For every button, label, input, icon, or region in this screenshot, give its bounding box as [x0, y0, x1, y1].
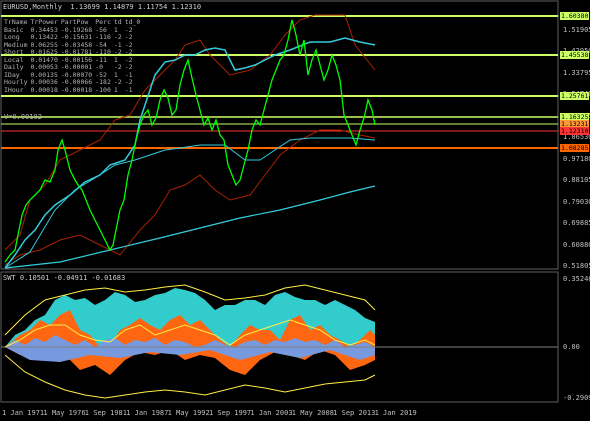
- time-tick: 1 Jan 1987: [126, 409, 169, 417]
- long-trend-line: [4, 185, 376, 269]
- indicator-tick: -0.29098: [563, 394, 590, 402]
- price-tick: 1.51905: [563, 26, 590, 34]
- chart-window[interactable]: EURUSD,Monthly 1.13699 1.14879 1.11754 1…: [0, 0, 590, 421]
- info-cell: -0.00018: [60, 85, 93, 94]
- time-tick: 1 Sep 1981: [84, 409, 127, 417]
- info-cell: -100: [95, 85, 111, 94]
- info-row: IHour 0.00018 -0.00018 -100 1 -1: [4, 85, 143, 95]
- time-tick: 1 May 2008: [291, 409, 334, 417]
- info-cell: -1: [124, 85, 133, 94]
- price-tick: 0.79030: [563, 197, 590, 206]
- indicator-tick: 0.00: [563, 343, 580, 351]
- info-cell: 0.00018: [30, 85, 58, 94]
- price-level-label[interactable]: 1.45538: [560, 51, 589, 59]
- info-footer: V=0.00102: [4, 113, 42, 121]
- price-tick: 0.97180: [563, 154, 590, 163]
- info-cell: 1: [113, 85, 118, 94]
- price-tick: 0.51805: [563, 262, 590, 270]
- price-tick: 0.69885: [563, 219, 590, 228]
- price-level-label[interactable]: 1.08285: [560, 144, 589, 152]
- time-tick: 1 Sep 2013: [333, 409, 376, 417]
- indicator-title: SWT 0.10501 -0.04911 -0.01683: [3, 274, 126, 282]
- info-rows: Basic 0.34453 -0.19268 -56 1 -2 Long 0.13422 -0.…: [4, 26, 143, 95]
- time-tick: 1 Jan 2019: [374, 409, 417, 417]
- price-level-label[interactable]: 1.60380: [560, 12, 589, 20]
- info-cell: IHour: [4, 85, 24, 94]
- info-table: TrName TrPower PartPow Perc td td_0 Basi…: [4, 18, 143, 95]
- price-tick: 1.33795: [563, 68, 590, 77]
- price-level-label[interactable]: 1.25761: [560, 92, 589, 100]
- price-tick: 0.60880: [563, 240, 590, 249]
- indicator-tick: 0.35246: [563, 275, 590, 283]
- time-tick: 1 May 1992: [167, 409, 210, 417]
- price-tick: 0.88105: [563, 176, 590, 185]
- time-tick: 1 Jan 1971: [2, 409, 45, 417]
- time-tick: 1 Sep 1997: [209, 409, 252, 417]
- red-channel-lower: [4, 129, 376, 266]
- cyan-step-lower: [4, 137, 376, 269]
- time-tick: 1 May 1976: [43, 409, 86, 417]
- price-level-label[interactable]: 1.12310: [560, 127, 589, 135]
- chart-title: EURUSD,Monthly 1.13699 1.14879 1.11754 1…: [3, 3, 202, 11]
- time-tick: 1 Jan 2003: [250, 409, 293, 417]
